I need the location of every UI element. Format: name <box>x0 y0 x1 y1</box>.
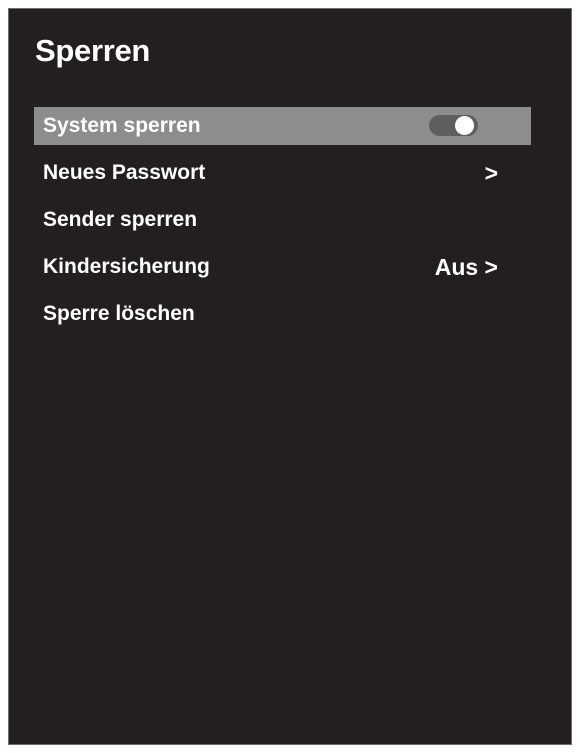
menu-item-clear-lock[interactable]: Sperre löschen <box>34 295 531 333</box>
parental-control-value: Aus > <box>434 253 498 280</box>
menu-item-parental-control[interactable]: Kindersicherung Aus > <box>34 248 531 286</box>
menu-item-label: Kindersicherung <box>43 255 210 278</box>
menu-item-label: Sender sperren <box>43 208 198 231</box>
chevron-right-icon: > <box>484 159 498 186</box>
menu-item-system-lock[interactable]: System sperren <box>34 107 531 145</box>
menu-item-label: Sperre löschen <box>43 302 195 325</box>
system-lock-toggle[interactable] <box>429 115 478 136</box>
lock-settings-screen: Sperren System sperren Neues Passwort > … <box>8 8 572 745</box>
menu-item-channel-lock[interactable]: Sender sperren <box>34 201 531 239</box>
toggle-knob <box>455 116 474 135</box>
page-title: Sperren <box>35 33 151 68</box>
menu-item-label: Neues Passwort <box>43 161 206 184</box>
lock-menu: System sperren Neues Passwort > Sender s… <box>34 107 531 342</box>
menu-item-new-password[interactable]: Neues Passwort > <box>34 154 531 192</box>
